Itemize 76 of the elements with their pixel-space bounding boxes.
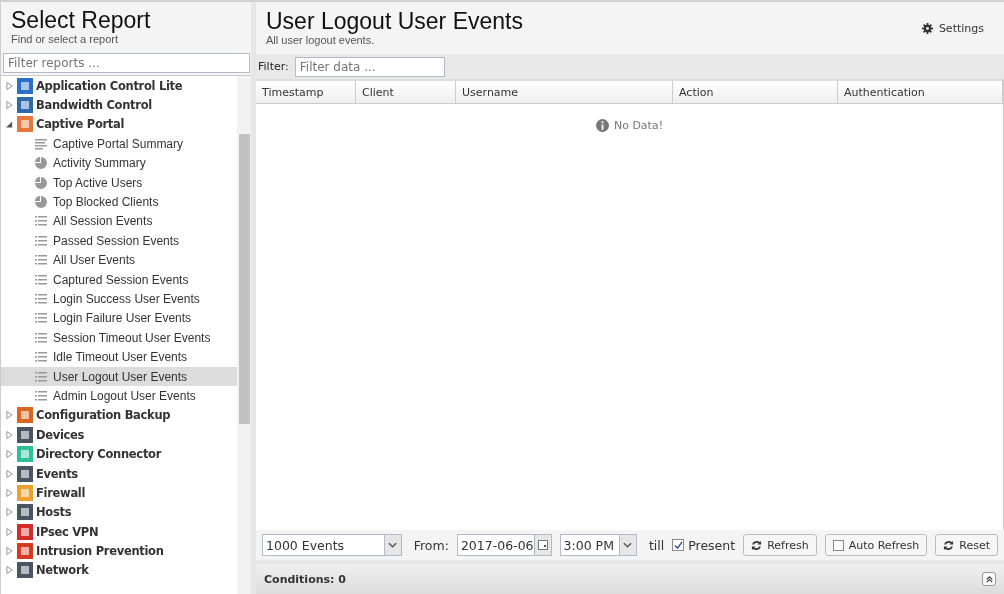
settings-button[interactable]: Settings	[921, 22, 994, 35]
list-icon	[35, 331, 47, 344]
report-title: User Logout User Events	[266, 8, 523, 34]
text-lines-icon	[35, 137, 47, 150]
empty-message: No Data!	[613, 119, 664, 132]
tree-item[interactable]: Captured Session Events	[1, 269, 237, 290]
tree-item[interactable]: Network	[1, 560, 237, 581]
till-label: till	[648, 537, 665, 553]
tree-item[interactable]: All Session Events	[1, 211, 237, 232]
tree-item[interactable]: Events	[1, 463, 237, 484]
tree-item[interactable]: Login Failure User Events	[1, 308, 237, 329]
tree-item[interactable]: Devices	[1, 425, 237, 445]
scrollbar[interactable]	[237, 76, 251, 594]
checkbox[interactable]	[672, 539, 685, 551]
tree-item[interactable]: All User Events	[1, 250, 237, 270]
expander-icon[interactable]	[6, 119, 13, 130]
pie-chart-icon	[35, 176, 47, 189]
tree-item[interactable]: Session Timeout User Events	[1, 328, 237, 348]
column-header[interactable]: Client	[356, 81, 456, 103]
list-icon	[35, 254, 47, 267]
filter-field[interactable]: Filter reports ...	[3, 53, 250, 73]
gear-icon	[921, 23, 933, 34]
refresh-icon	[751, 539, 763, 551]
list-icon	[35, 293, 47, 305]
calendar-icon	[537, 540, 548, 550]
tree-item[interactable]: Passed Session Events	[1, 231, 237, 251]
tree-item[interactable]: Bandwidth Control	[1, 95, 237, 115]
tree-item[interactable]: IPsec VPN	[1, 522, 237, 542]
list-icon	[35, 370, 47, 383]
pie-chart-icon	[35, 157, 47, 170]
panel-subtitle: Find or select a report	[11, 33, 119, 45]
double-chevron-up-icon	[984, 574, 994, 584]
auto-refresh-button[interactable]: Auto Refresh	[824, 534, 928, 556]
tree-item[interactable]: Directory Connector	[1, 444, 237, 464]
tree-item[interactable]: Intrusion Prevention	[1, 541, 237, 561]
pie-chart-icon	[35, 196, 47, 209]
present-checkbox[interactable]: Present	[672, 537, 736, 553]
filter-field[interactable]: Filter data ...	[294, 56, 445, 77]
refresh-button[interactable]: Refresh	[743, 534, 817, 556]
tree-item[interactable]: Application Control Lite	[1, 76, 237, 96]
tree-item[interactable]: Login Success User Events	[1, 289, 237, 309]
tree-item[interactable]: Captive Portal Summary	[1, 134, 237, 154]
tree-item[interactable]: Hosts	[1, 502, 237, 522]
tree-item[interactable]: Firewall	[1, 483, 237, 503]
list-icon	[35, 234, 47, 247]
info-icon	[595, 119, 609, 132]
tree-item[interactable]: Configuration Backup	[1, 405, 237, 426]
date-field[interactable]: 2017-06-06	[456, 534, 552, 556]
tree-item[interactable]: Admin Logout User Events	[1, 386, 237, 406]
tree-item[interactable]: Top Active Users	[1, 172, 237, 193]
column-header[interactable]: Username	[456, 81, 673, 103]
list-icon	[35, 273, 47, 286]
tree-item[interactable]: Idle Timeout User Events	[1, 347, 237, 367]
tree-item[interactable]: Activity Summary	[1, 153, 237, 173]
caret-icon	[388, 542, 398, 548]
column-header[interactable]: Timestamp	[256, 81, 356, 103]
list-icon	[35, 215, 47, 228]
list-icon	[35, 312, 47, 325]
tree-item[interactable]: User Logout User Events	[1, 366, 237, 387]
time-dropdown[interactable]: 3:00 PM	[559, 534, 637, 556]
tree-item[interactable]: Top Blocked Clients	[1, 192, 237, 212]
conditions-title: Conditions: 0	[264, 572, 346, 586]
list-icon	[35, 351, 47, 364]
caret-icon	[623, 542, 633, 548]
limit-dropdown[interactable]: 1000 Events	[262, 534, 402, 556]
collapse-button[interactable]	[982, 572, 996, 586]
tree-item[interactable]: Captive Portal	[1, 114, 237, 135]
column-header[interactable]: Action	[673, 81, 838, 103]
column-header[interactable]: Authentication	[838, 81, 1003, 103]
panel-title: Select Report	[11, 7, 152, 33]
from-label: From:	[413, 537, 449, 553]
filter-label: Filter:	[258, 60, 289, 73]
refresh-icon	[943, 539, 955, 551]
reset-button[interactable]: Reset	[935, 534, 998, 556]
report-description: All user logout events.	[266, 34, 376, 46]
list-icon	[35, 389, 47, 402]
